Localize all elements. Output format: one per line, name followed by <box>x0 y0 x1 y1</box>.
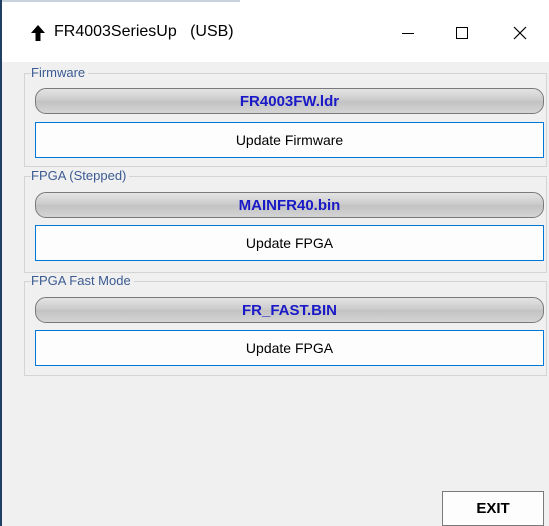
client-area: Firmware FR4003FW.ldr Update Firmware FP… <box>2 62 549 526</box>
update-fpga-stepped-button[interactable]: Update FPGA <box>35 225 544 261</box>
firmware-file-display: FR4003FW.ldr <box>35 88 544 114</box>
exit-button[interactable]: EXIT <box>442 491 544 526</box>
fpga-stepped-group: FPGA (Stepped) MAINFR40.bin Update FPGA <box>24 168 547 273</box>
close-button[interactable] <box>491 4 549 62</box>
firmware-group-label: Firmware <box>31 65 89 81</box>
fpga-fast-group: FPGA Fast Mode FR_FAST.BIN Update FPGA <box>24 273 547 376</box>
updater-window: FR4003SeriesUp (USB) Firmware FR4003FW.l… <box>0 0 549 526</box>
title-bar[interactable]: FR4003SeriesUp (USB) <box>2 4 549 62</box>
fpga-stepped-group-label: FPGA (Stepped) <box>31 168 130 184</box>
fpga-stepped-file-display: MAINFR40.bin <box>35 192 544 218</box>
minimize-button[interactable] <box>379 4 437 62</box>
maximize-button[interactable] <box>433 4 491 62</box>
up-arrow-icon <box>30 24 46 42</box>
window-title: FR4003SeriesUp (USB) <box>54 23 234 40</box>
maximize-icon <box>456 27 468 39</box>
firmware-group: Firmware FR4003FW.ldr Update Firmware <box>24 65 547 167</box>
fpga-fast-group-label: FPGA Fast Mode <box>31 273 134 289</box>
close-icon <box>513 26 527 40</box>
update-fpga-fast-button[interactable]: Update FPGA <box>35 330 544 366</box>
minimize-icon <box>402 33 414 34</box>
fpga-fast-file-display: FR_FAST.BIN <box>35 297 544 323</box>
update-firmware-button[interactable]: Update Firmware <box>35 122 544 158</box>
